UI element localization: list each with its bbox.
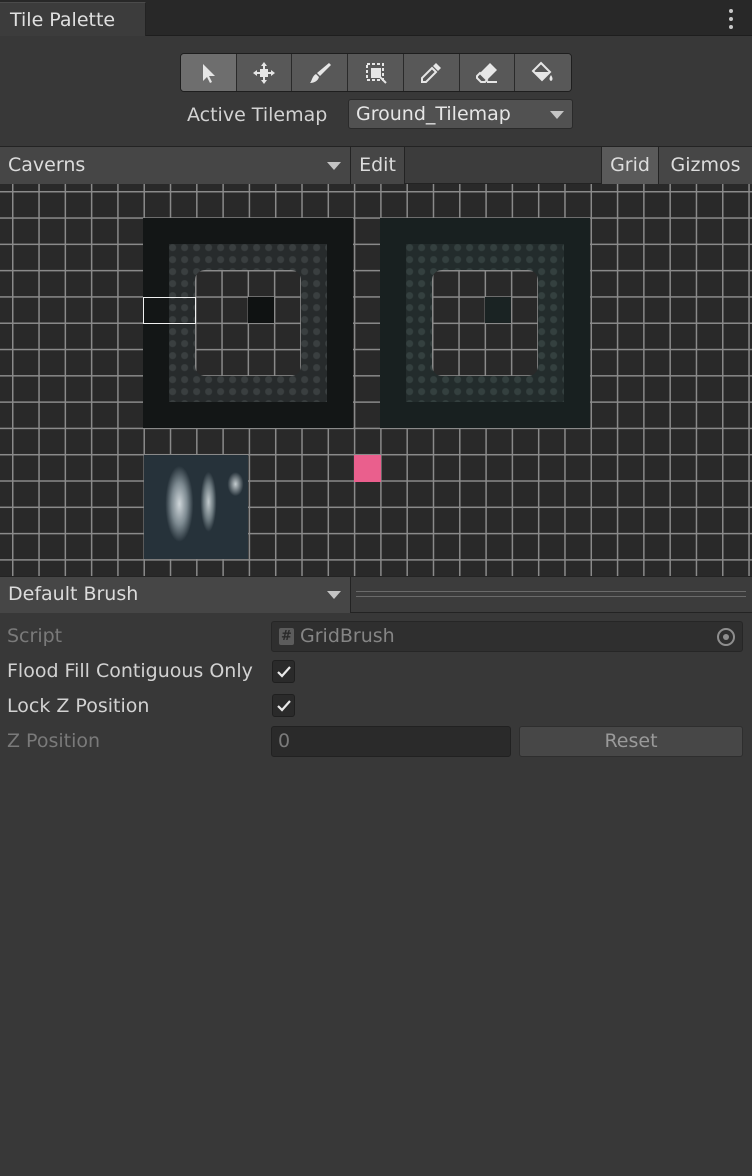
object-picker-icon[interactable]	[717, 628, 735, 646]
palette-dropdown[interactable]: Caverns	[0, 147, 351, 184]
palette-canvas[interactable]	[0, 184, 752, 576]
palette-bar: Caverns Edit Grid Gizmos	[0, 146, 752, 184]
selection-marquee	[143, 297, 196, 324]
chevron-down-icon	[327, 162, 341, 170]
z-position-input: 0	[271, 726, 511, 757]
flood-fill-label: Flood Fill Contiguous Only	[7, 660, 253, 682]
script-value: GridBrush	[300, 625, 395, 647]
gizmos-toggle-button[interactable]: Gizmos	[659, 147, 752, 184]
erase-tool-button[interactable]	[459, 54, 516, 91]
box-fill-tool-button[interactable]	[348, 54, 404, 91]
brush-bar: Default Brush	[0, 576, 752, 613]
tab-tile-palette[interactable]: Tile Palette	[0, 2, 146, 36]
active-tilemap-value: Ground_Tilemap	[356, 103, 511, 125]
checkmark-icon	[277, 666, 291, 678]
grid-toggle-button[interactable]: Grid	[601, 147, 659, 184]
arrow-icon	[203, 63, 216, 83]
brush-value: Default Brush	[8, 583, 139, 605]
script-label: Script	[7, 625, 63, 647]
move-tool-button[interactable]	[236, 54, 293, 91]
more-options-icon[interactable]	[728, 9, 734, 29]
chevron-down-icon	[550, 111, 564, 119]
palette-value: Caverns	[8, 154, 86, 176]
paint-tool-button[interactable]	[292, 54, 349, 91]
checkmark-icon	[277, 700, 291, 712]
reset-button: Reset	[519, 726, 743, 757]
cave-opening-alt	[432, 270, 538, 376]
panel-splitter[interactable]	[356, 591, 746, 597]
fog-tile[interactable]	[144, 455, 248, 559]
tool-strip	[180, 53, 572, 92]
move-icon	[253, 61, 276, 84]
edit-palette-button[interactable]: Edit	[351, 147, 405, 184]
active-tilemap-dropdown[interactable]: Ground_Tilemap	[348, 99, 573, 129]
active-tilemap-label: Active Tilemap	[187, 104, 328, 126]
picker-tool-button[interactable]	[403, 54, 460, 91]
flood-fill-checkbox[interactable]	[272, 660, 295, 683]
script-icon: #	[279, 628, 294, 645]
eraser-icon	[475, 62, 497, 83]
cave-dark-tile	[248, 297, 274, 323]
lock-z-label: Lock Z Position	[7, 695, 150, 717]
select-tool-button[interactable]	[181, 54, 237, 91]
box-fill-icon	[365, 62, 387, 84]
script-field: # GridBrush	[271, 621, 743, 652]
paint-bucket-icon	[531, 61, 553, 81]
z-position-label: Z Position	[7, 730, 101, 752]
fill-tool-button[interactable]	[515, 54, 571, 91]
chevron-down-icon	[327, 591, 341, 599]
cave-tile-block-alt[interactable]	[380, 218, 590, 428]
lock-z-checkbox[interactable]	[272, 694, 295, 717]
cave-dark-tile-alt	[485, 297, 511, 323]
brush-icon	[309, 62, 331, 83]
brush-dropdown[interactable]: Default Brush	[0, 577, 351, 613]
pink-tile[interactable]	[354, 455, 381, 482]
eyedropper-icon	[421, 62, 442, 83]
cave-opening	[195, 270, 301, 376]
tab-bar: Tile Palette	[0, 0, 752, 36]
